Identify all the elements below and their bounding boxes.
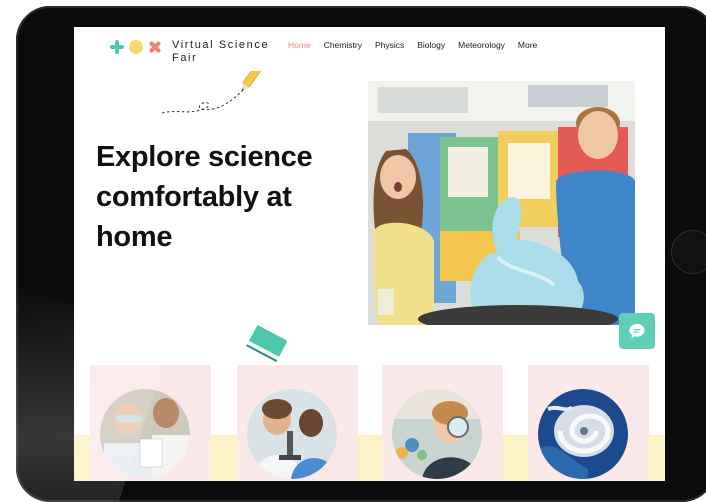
chat-icon (629, 324, 645, 338)
hero-title: Explore science comfortably at home (96, 141, 313, 253)
card-chemistry[interactable] (90, 365, 211, 481)
site-name: Virtual Science Fair (172, 39, 270, 64)
nav-item-meteorology[interactable]: Meteorology (458, 40, 505, 50)
book-icon (246, 325, 287, 363)
hero-image (368, 81, 635, 325)
card-physics[interactable] (382, 365, 503, 481)
nav-item-physics[interactable]: Physics (375, 40, 404, 50)
card-image (100, 389, 190, 479)
nav-item-more[interactable]: More (518, 40, 537, 50)
chat-button[interactable] (619, 313, 655, 349)
website-screen: Virtual Science Fair Home Chemistry Phys… (74, 27, 665, 481)
plus-icon (110, 40, 124, 54)
logo-icons (110, 40, 162, 54)
card-image (538, 389, 628, 479)
card-image (247, 389, 337, 479)
x-icon (148, 40, 162, 54)
card-biology[interactable] (237, 365, 358, 481)
nav-item-chemistry[interactable]: Chemistry (324, 40, 362, 50)
site-logo[interactable]: Virtual Science Fair (110, 39, 292, 65)
nav-item-home[interactable]: Home (288, 40, 311, 50)
nav-item-biology[interactable]: Biology (417, 40, 445, 50)
circle-icon (129, 40, 143, 54)
card-image (392, 389, 482, 479)
pencil-doodle-icon (161, 71, 263, 114)
card-meteorology[interactable] (528, 365, 649, 481)
main-nav: Home Chemistry Physics Biology Meteorolo… (288, 40, 537, 50)
